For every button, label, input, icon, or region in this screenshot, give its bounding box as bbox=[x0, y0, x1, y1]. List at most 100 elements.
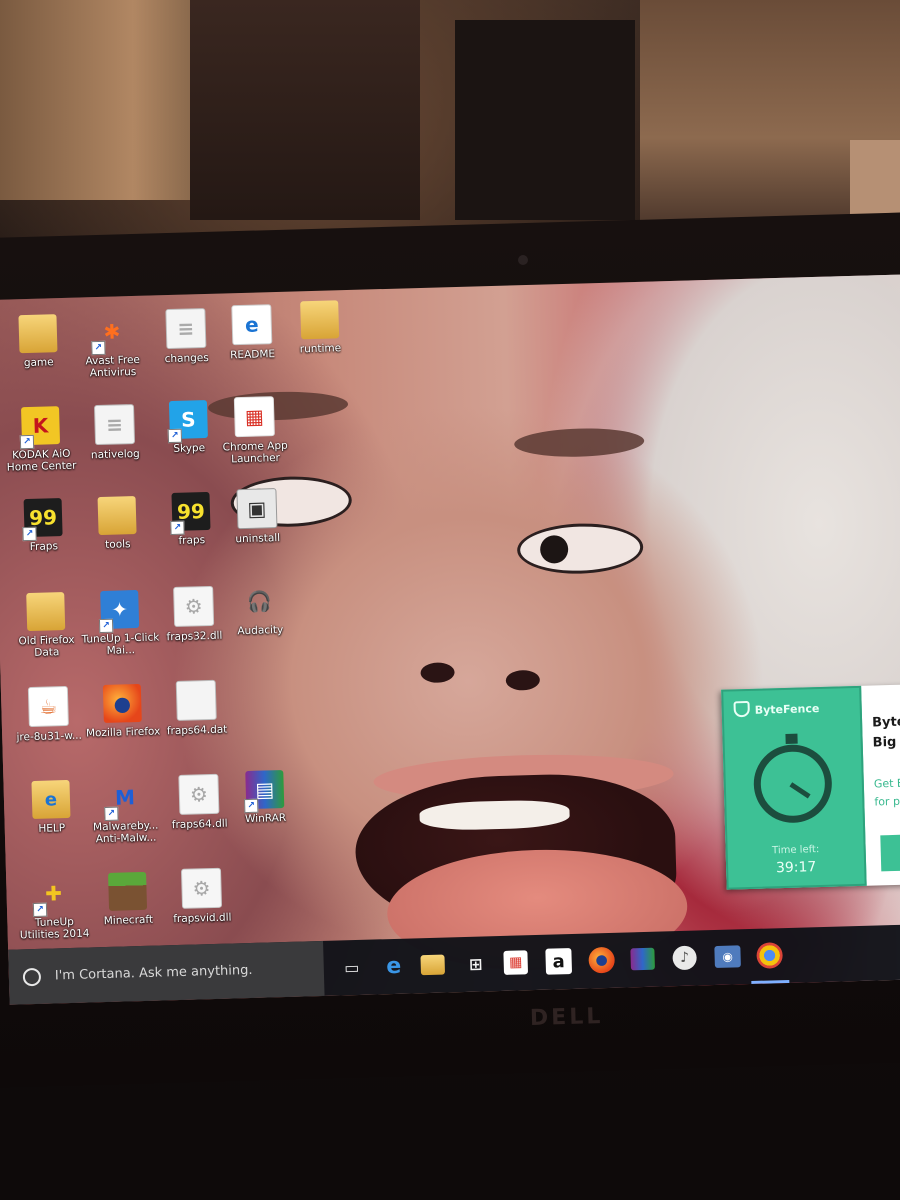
bytefence-brand: ByteFence bbox=[754, 702, 820, 717]
desktop-icon-label: HELP bbox=[38, 822, 66, 835]
bytefence-offer-link[interactable]: Get B for p bbox=[874, 775, 900, 812]
fraps-icon: 99 bbox=[171, 491, 211, 531]
webcam-lens bbox=[518, 255, 528, 265]
desktop-icon-label: uninstall bbox=[235, 531, 281, 546]
firefox-icon[interactable]: ● bbox=[588, 946, 616, 974]
document-icon: ≡ bbox=[165, 307, 207, 350]
bytefence-title: ByteF Big S bbox=[871, 714, 900, 751]
desktop-icon-game[interactable]: game bbox=[0, 314, 78, 370]
cortana-icon bbox=[22, 967, 42, 986]
laptop-brand-logo: DELL bbox=[529, 1004, 604, 1031]
desktop-icon-malwarebytes[interactable]: M Malwareby... Anti-Malw... bbox=[85, 777, 165, 845]
desktop-icon-fraps[interactable]: 99 Fraps bbox=[4, 498, 83, 554]
desktop-icon-minecraft[interactable]: Minecraft bbox=[88, 871, 167, 927]
winrar-icon[interactable] bbox=[630, 947, 655, 971]
desktop-icon-label: Audacity bbox=[237, 623, 284, 638]
desktop-icon-label: fraps64.dat bbox=[166, 723, 228, 738]
firefox-icon: ● bbox=[102, 683, 142, 723]
desktop-icon-kodak[interactable]: K KODAK AiO Home Center bbox=[1, 406, 81, 474]
desktop-icon-label: Chrome App Launcher bbox=[222, 439, 288, 466]
room-shelf bbox=[455, 20, 635, 220]
chrome-icon[interactable] bbox=[756, 942, 783, 969]
desktop-icon-nativelog[interactable]: ≡ nativelog bbox=[75, 403, 155, 461]
desktop-icon-label: jre-8u31-w... bbox=[16, 729, 83, 744]
folder-icon bbox=[97, 496, 137, 536]
desktop-icon-label: nativelog bbox=[90, 447, 140, 462]
room-wall bbox=[0, 0, 190, 200]
wallpaper-brow-right bbox=[513, 426, 645, 459]
bytefence-time-value: 39:17 bbox=[775, 859, 817, 877]
desktop-icon-tools[interactable]: tools bbox=[78, 495, 157, 551]
desktop-icon-chrome-app-launcher[interactable]: ▦ Chrome App Launcher bbox=[215, 396, 295, 466]
photo-scene: DELL game K KODAK AiO Home Center 99 Fra… bbox=[0, 0, 900, 1200]
desktop-icon-label: Fraps bbox=[29, 540, 59, 553]
wallpaper-eye-right bbox=[516, 521, 644, 576]
desktop-icon-label: frapsvid.dll bbox=[173, 911, 232, 926]
desktop-icon-label: Minecraft bbox=[103, 913, 154, 928]
desktop-icon-old-firefox-data[interactable]: Old Firefox Data bbox=[6, 591, 86, 659]
internet-explorer-file-icon: e bbox=[231, 304, 273, 346]
desktop-screen: game K KODAK AiO Home Center 99 Fraps Ol… bbox=[0, 273, 900, 1005]
desktop-icon-jre-installer[interactable]: ☕ jre-8u31-w... bbox=[9, 685, 89, 743]
blank-file-icon bbox=[175, 679, 217, 721]
room-door bbox=[190, 0, 420, 220]
desktop-icon-label: TuneUp 1-Click Mai... bbox=[81, 631, 160, 657]
document-icon: ≡ bbox=[93, 404, 136, 446]
chrome-app-launcher-icon[interactable]: ▦ bbox=[503, 950, 529, 975]
desktop-icon-label: Old Firefox Data bbox=[18, 633, 75, 659]
dll-file-icon: ⚙ bbox=[173, 585, 215, 627]
desktop-icon-avast[interactable]: ✱ Avast Free Antivirus bbox=[72, 312, 152, 380]
audacity-icon: 🎧 bbox=[246, 589, 273, 614]
itunes-icon[interactable]: ♪ bbox=[672, 945, 697, 971]
dll-file-icon: ⚙ bbox=[178, 773, 220, 815]
desktop-icon-label: Avast Free Antivirus bbox=[85, 353, 141, 380]
minecraft-icon bbox=[108, 871, 148, 911]
desktop-icon-label: WinRAR bbox=[244, 811, 287, 826]
amazon-icon[interactable]: a bbox=[545, 948, 573, 975]
desktop-icon-label: Mozilla Firefox bbox=[85, 725, 161, 740]
kodak-icon: K bbox=[21, 406, 61, 446]
desktop-icon-help[interactable]: e HELP bbox=[11, 779, 90, 835]
stopwatch-icon bbox=[752, 743, 833, 824]
bytefence-timer-panel: ByteFence Time left: 39:17 bbox=[721, 685, 867, 890]
fraps-icon: 99 bbox=[23, 498, 63, 538]
desktop-icon-winrar[interactable]: ▤ WinRAR bbox=[225, 769, 304, 825]
cortana-search-box[interactable]: I'm Cortana. Ask me anything. bbox=[8, 940, 325, 1005]
desktop-icon-frapsvid-dll[interactable]: ⚙ frapsvid.dll bbox=[162, 867, 242, 925]
room-box bbox=[850, 140, 900, 220]
desktop-icon-label: KODAK AiO Home Center bbox=[6, 447, 77, 474]
desktop-icon-label: game bbox=[23, 356, 54, 370]
desktop-icon-firefox[interactable]: ● Mozilla Firefox bbox=[83, 683, 162, 739]
bytefence-notification[interactable]: ByteFence Time left: 39:17 ByteF Big S G… bbox=[721, 683, 900, 890]
folder-icon bbox=[18, 314, 58, 354]
java-installer-icon: ☕ bbox=[27, 685, 69, 728]
desktop-icon-runtime[interactable]: runtime bbox=[280, 300, 359, 356]
bytefence-action-button[interactable] bbox=[880, 833, 900, 872]
bytefence-logo: ByteFence bbox=[733, 699, 820, 718]
wallpaper-nostril-right bbox=[505, 669, 541, 691]
edge-icon[interactable]: e bbox=[378, 951, 409, 982]
store-icon[interactable]: ⊞ bbox=[460, 948, 491, 979]
wallpaper-nostril-left bbox=[420, 662, 455, 684]
skype-icon: S bbox=[168, 399, 208, 440]
task-view-icon[interactable]: ▭ bbox=[336, 952, 367, 983]
chrome-app-launcher-icon: ▦ bbox=[233, 396, 275, 438]
uninstall-icon: ▣ bbox=[236, 488, 278, 530]
desktop-icon-label: Malwareby... Anti-Malw... bbox=[92, 819, 159, 846]
desktop-icon-fraps64-dat[interactable]: fraps64.dat bbox=[157, 679, 237, 737]
tuneup-icon: ✦ bbox=[100, 589, 140, 630]
desktop-icon-audacity[interactable]: 🎧 Audacity bbox=[220, 582, 299, 638]
webcam-icon[interactable]: ◉ bbox=[714, 945, 741, 969]
desktop-icon-tuneup-utilities[interactable]: ✚ TuneUp Utilities 2014 bbox=[14, 873, 94, 941]
malwarebytes-icon: M bbox=[105, 778, 144, 817]
avast-icon: ✱ bbox=[92, 312, 131, 351]
bytefence-time-label: Time left: bbox=[771, 844, 820, 857]
desktop-icon-tuneup-1-click[interactable]: ✦ TuneUp 1-Click Mai... bbox=[80, 589, 160, 657]
shield-icon bbox=[733, 700, 750, 718]
desktop-icon-uninstall[interactable]: ▣ uninstall bbox=[217, 488, 297, 546]
help-file-icon: e bbox=[31, 779, 71, 820]
search-placeholder: I'm Cortana. Ask me anything. bbox=[54, 962, 253, 984]
desktop-icon-label: runtime bbox=[299, 342, 342, 356]
file-explorer-icon[interactable] bbox=[420, 954, 446, 976]
desktop-icon-label: TuneUp Utilities 2014 bbox=[19, 915, 90, 942]
